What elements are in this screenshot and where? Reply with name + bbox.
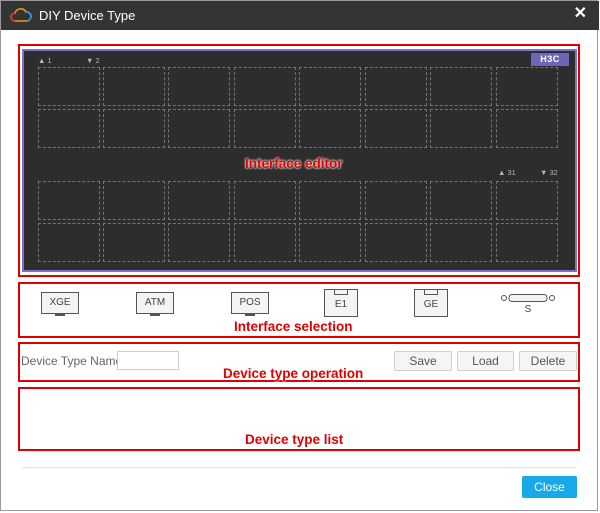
interface-type-xge[interactable]: XGE [40, 290, 80, 318]
footer-divider [21, 467, 577, 468]
xge-port-icon: XGE [41, 292, 79, 314]
rj-jack-icon [334, 290, 348, 295]
delete-button[interactable]: Delete [519, 351, 577, 371]
port-latch-icon [245, 313, 255, 316]
title-bar: DIY Device Type ✕ [1, 1, 599, 30]
interface-type-s[interactable]: S [500, 292, 556, 316]
serial-port-icon [501, 294, 555, 302]
save-button[interactable]: Save [394, 351, 452, 371]
port-latch-icon [150, 313, 160, 316]
close-button[interactable]: Close [522, 476, 577, 498]
dialog-title: DIY Device Type [39, 8, 136, 23]
atm-port-icon: ATM [136, 292, 174, 314]
interface-editor-label: Interface editor [245, 156, 343, 171]
port-latch-icon [55, 313, 65, 316]
device-type-name-label: Device Type Name [21, 354, 123, 368]
cloud-logo-icon [10, 8, 32, 22]
interface-type-atm[interactable]: ATM [135, 290, 175, 318]
device-type-operation-label: Device type operation [223, 366, 364, 381]
close-icon[interactable]: ✕ [574, 6, 587, 22]
interface-type-e1[interactable]: E1 [324, 289, 358, 319]
interface-type-ge[interactable]: GE [414, 289, 448, 319]
pos-port-icon: POS [231, 292, 269, 314]
rj-jack-icon [424, 290, 438, 295]
device-type-name-input[interactable] [117, 351, 179, 370]
device-type-list-label: Device type list [245, 432, 344, 447]
load-button[interactable]: Load [457, 351, 514, 371]
serial-port-label: S [524, 304, 532, 315]
interface-type-pos[interactable]: POS [230, 290, 270, 318]
interface-selection-label: Interface selection [234, 319, 353, 334]
